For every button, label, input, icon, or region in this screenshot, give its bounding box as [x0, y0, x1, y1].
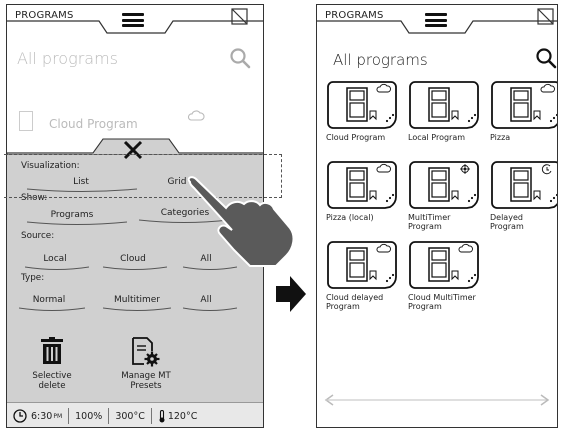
program-tile[interactable] [409, 161, 479, 209]
right-screen: PROGRAMS All programs Cloud Program Local… [316, 4, 558, 428]
source-label: Source: [21, 231, 55, 241]
manage-mt-presets-label: Manage MT Presets [121, 371, 171, 391]
program-tile-label: Cloud MultiTimer Program [408, 293, 476, 311]
type-all-option[interactable]: All [193, 295, 219, 305]
divider [68, 408, 70, 424]
status-bar: 6:30 PM 100% 300°C 120°C [7, 402, 263, 427]
selective-delete-button[interactable]: Selective delete [21, 335, 83, 395]
divider [108, 408, 110, 424]
program-tile[interactable] [327, 81, 397, 129]
status-percent: 100% [75, 410, 103, 422]
status-time: 6:30 [31, 410, 53, 422]
program-icon [19, 111, 33, 131]
source-cloud-option[interactable]: Cloud [113, 254, 153, 264]
programs-option[interactable]: Programs [37, 210, 107, 220]
all-programs-heading: All programs [17, 49, 118, 68]
type-normal-option[interactable]: Normal [25, 295, 73, 305]
program-tile-label: Pizza [490, 133, 511, 142]
program-label: Cloud Program [49, 117, 138, 131]
program-tile-label: Cloud Program [326, 133, 386, 142]
program-tile-label: Cloud delayed Program [326, 293, 384, 311]
normal-underline [19, 307, 85, 311]
document-gear-icon [132, 337, 160, 367]
program-list-item[interactable]: Cloud Program [19, 109, 249, 137]
multitimer-underline [103, 307, 171, 311]
program-tile-label: Local Program [408, 133, 466, 142]
clock-icon [13, 409, 27, 423]
program-tile[interactable] [491, 81, 558, 129]
source-local-option[interactable]: Local [35, 254, 75, 264]
arrow-right-icon [276, 276, 306, 312]
hand-pointer-icon [187, 176, 295, 267]
program-tile-label: Pizza (local) [326, 213, 374, 222]
horizontal-scroll-indicator[interactable] [324, 392, 550, 408]
search-icon[interactable] [229, 47, 251, 69]
fullscreen-icon[interactable] [231, 8, 248, 25]
selective-delete-label: Selective delete [32, 371, 72, 391]
program-tile[interactable] [491, 161, 558, 209]
program-tile[interactable] [409, 241, 479, 289]
trash-icon [41, 337, 63, 364]
program-tile[interactable] [327, 241, 397, 289]
status-probe-temp: 120°C [167, 410, 198, 422]
cloud-icon [187, 110, 205, 121]
type-all-underline [183, 307, 237, 311]
menu-icon[interactable] [425, 13, 447, 27]
search-icon[interactable] [535, 47, 557, 69]
status-time-suffix: PM [53, 412, 63, 420]
type-label: Type: [21, 273, 45, 283]
programs-underline [27, 221, 127, 225]
manage-mt-presets-button[interactable]: Manage MT Presets [111, 333, 181, 395]
status-oven-temp: 300°C [115, 410, 145, 422]
menu-icon[interactable] [122, 13, 144, 27]
program-tile-label: MultiTimer Program [408, 213, 451, 231]
fullscreen-icon[interactable] [537, 8, 554, 25]
local-underline [25, 266, 89, 270]
divider [150, 408, 152, 424]
probe-icon [159, 409, 165, 422]
program-tile-label: Delayed Program [490, 213, 524, 231]
program-tile[interactable] [409, 81, 479, 129]
program-tile[interactable] [327, 161, 397, 209]
cloud-underline [103, 266, 167, 270]
type-multitimer-option[interactable]: Multitimer [107, 295, 167, 305]
all-programs-heading: All programs [333, 51, 428, 69]
